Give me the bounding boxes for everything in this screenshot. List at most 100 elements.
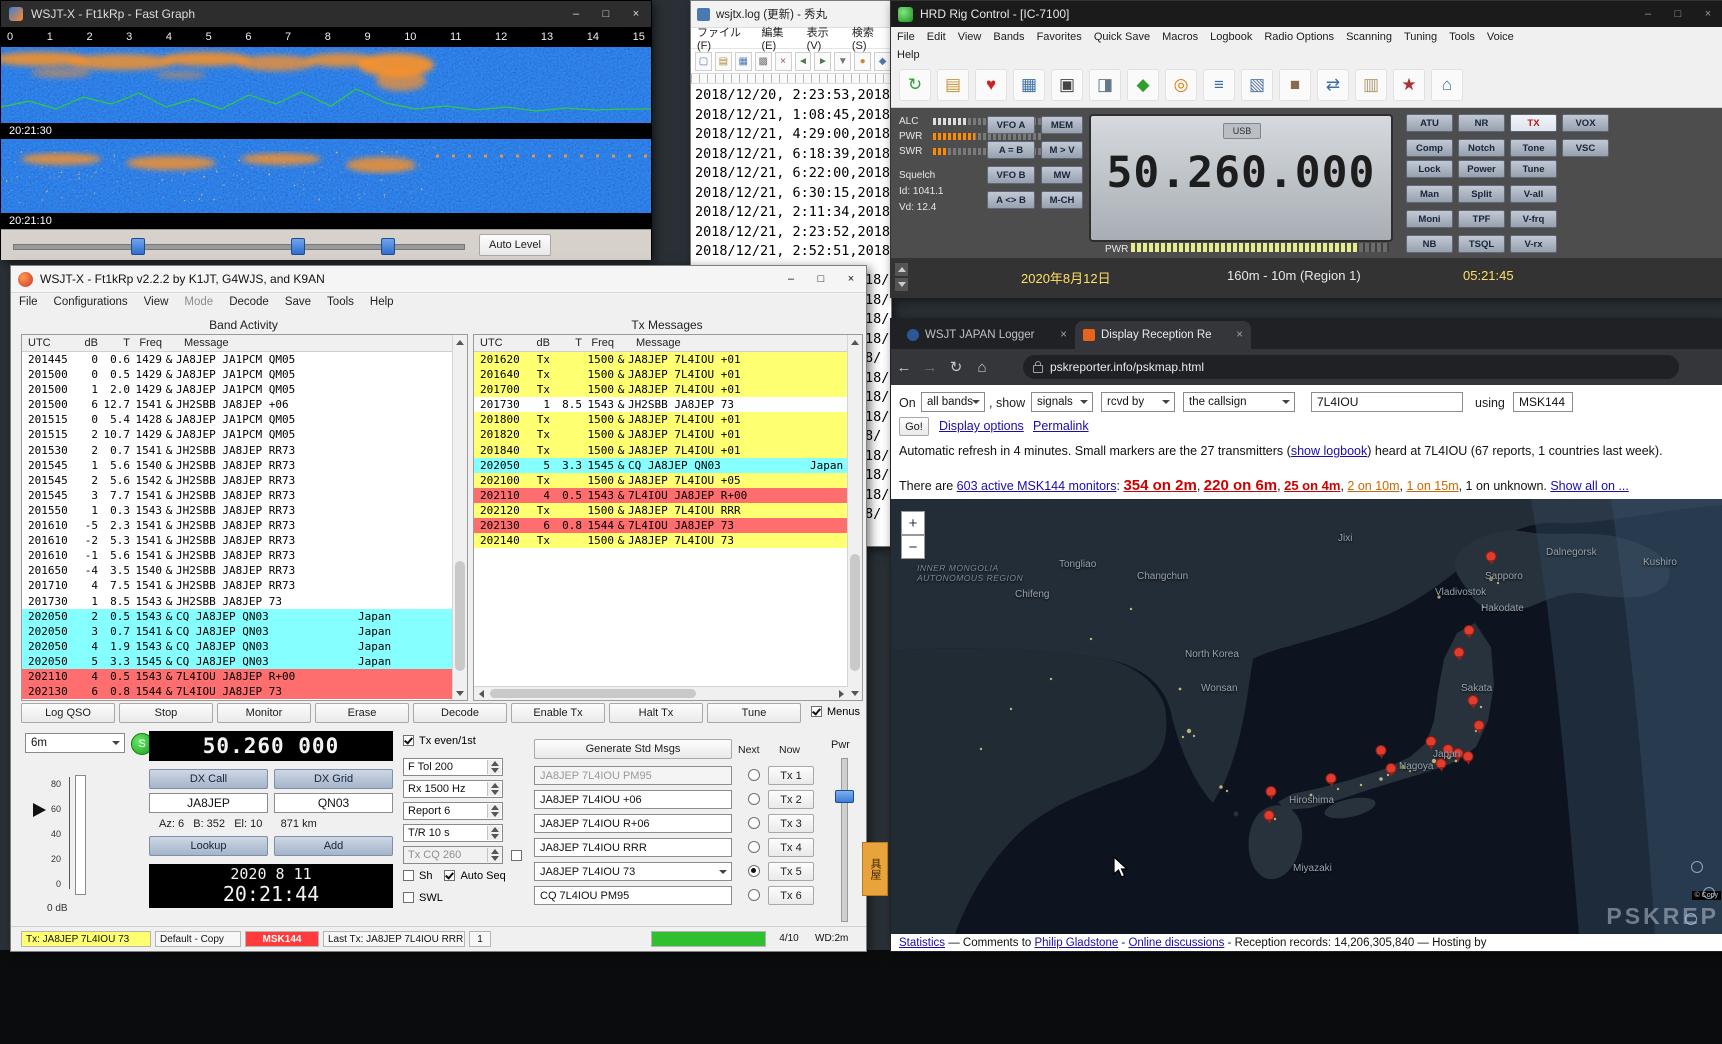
vfo-button[interactable]: A = B [987,141,1035,159]
zero-slider[interactable] [291,238,305,255]
minimize-button[interactable]: – [776,266,806,292]
spinbox[interactable]: Rx 1500 Hz [403,780,503,798]
tx-now-button[interactable]: Tx 4 [768,838,814,857]
action-button[interactable]: Monitor [217,703,311,723]
swl-checkbox[interactable]: SWL [403,892,443,904]
spin-arrows[interactable] [487,826,501,840]
vfo-button[interactable]: A <> B [987,191,1035,209]
decode-row[interactable]: 202110 4 0.5 1543 & 7L4IOU JA8JEP R+00 [474,487,862,503]
back-icon[interactable]: ← [891,359,917,376]
text-segment[interactable]: 354 on 2m [1123,477,1196,494]
tab-close-icon[interactable]: × [1236,329,1243,341]
dx-call-field[interactable]: JA8JEP [149,793,268,813]
map-marker[interactable] [1265,786,1277,800]
fast-graph-titlebar[interactable]: WSJT-X - Ft1kRp - Fast Graph – □ × [1,1,651,27]
next-radio[interactable] [748,769,760,781]
menu-item[interactable]: ファイル(F) [691,24,756,52]
callsign-mode-select[interactable]: the callsign [1183,392,1295,412]
decode-row[interactable]: 202100 Tx 1500 & JA8JEP 7L4IOU +05 [474,472,862,488]
tx-message-field[interactable]: JA8JEP 7L4IOU 73 [534,862,732,881]
decode-row[interactable]: 201500 0 0.5 1429 & JA8JEP JA1PCM QM05 [22,367,467,382]
decode-row[interactable]: 202130 6 0.8 1544 & 7L4IOU JA8JEP 73 [474,518,862,534]
vfo-button[interactable]: MW [1041,166,1083,184]
menu-item[interactable]: Save [277,296,319,308]
map-marker[interactable] [1263,810,1275,824]
decode-row[interactable]: 201545 1 5.6 1540 & JH2SBB JA8JEP RR73 [22,458,467,473]
map-marker[interactable] [1467,695,1479,709]
scrollbar-thumb[interactable] [455,561,465,671]
decode-row[interactable]: 201640 Tx 1500 & JA8JEP 7L4IOU +01 [474,367,862,383]
toolbar-icon[interactable]: ▥ [1355,69,1387,101]
menu-item[interactable]: Voice [1481,31,1520,43]
decode-row[interactable]: 201500 1 2.0 1429 & JA8JEP JA1PCM QM05 [22,382,467,397]
menu-item[interactable]: Quick Save [1088,31,1156,43]
rcvd-by-select[interactable]: rcvd by [1101,392,1175,412]
rig-button[interactable]: TPF [1458,210,1505,228]
menus-checkbox[interactable]: Menus [811,706,860,718]
rig-button[interactable]: Notch [1458,139,1505,157]
checkbox[interactable] [444,870,456,881]
close-button[interactable]: × [621,1,651,27]
waterfall-bottom[interactable] [1,139,651,213]
menu-item[interactable]: Mode [176,296,221,308]
vertical-scrollbar[interactable] [452,335,467,700]
scrollbar-thumb[interactable] [850,554,860,671]
editor-toolbar-icon[interactable]: ▢ [695,51,712,71]
editor-toolbar-icon[interactable]: ► [814,51,832,71]
tx-now-button[interactable]: Tx 6 [768,886,814,905]
tx-message-field[interactable]: JA8JEP 7L4IOU PM95 [534,766,732,785]
meter-pointer[interactable] [33,803,46,817]
map-marker[interactable] [1453,647,1465,661]
rig-button[interactable]: Tune [1510,160,1557,178]
toolbar-icon[interactable]: ◨ [1089,69,1121,101]
toolbar-icon[interactable]: ⇄ [1317,69,1349,101]
vfo-button[interactable]: M-CH [1041,191,1083,209]
maximize-button[interactable]: □ [591,1,621,27]
rig-button[interactable]: NR [1458,114,1505,132]
dx-call-button[interactable]: DX Call [149,769,268,789]
decode-row[interactable]: 202130 6 0.8 1544 & 7L4IOU JA8JEP 73 [22,684,467,700]
home-icon[interactable]: ⌂ [969,359,995,376]
rig-button[interactable]: NB [1406,235,1453,253]
text-segment[interactable]: 25 on 4m [1284,478,1340,493]
map-marker[interactable] [1325,773,1337,787]
text-segment[interactable]: Show all on ... [1550,479,1629,493]
menu-item[interactable]: 編集(E) [756,24,801,52]
vertical-scrollbar[interactable] [847,335,862,700]
editor-toolbar-icon[interactable]: ▩ [754,51,772,71]
band-filter-select[interactable]: all bands [921,392,985,412]
next-radio[interactable] [748,793,760,805]
tx-message-field[interactable]: CQ 7L4IOU PM95 [534,886,732,905]
vfo-button[interactable]: MEM [1041,116,1083,134]
decode-row[interactable]: 201500 6 12.7 1541 & JH2SBB JA8JEP +06 [22,397,467,412]
editor-toolbar-icon[interactable]: ◆ [874,51,892,71]
toolbar-icon[interactable]: ▧ [1241,69,1273,101]
toolbar-icon[interactable]: ♥ [975,69,1007,101]
band-select[interactable]: 6m [25,733,125,753]
menu-item[interactable]: Tools [1443,31,1481,43]
callsign-input[interactable]: 7L4IOU [1311,392,1463,412]
tx-message-field[interactable]: JA8JEP 7L4IOU +06 [534,790,732,809]
close-button[interactable]: × [1693,1,1722,27]
toolbar-icon[interactable]: ■ [1279,69,1311,101]
add-button[interactable]: Add [274,836,393,856]
tab-close-icon[interactable]: × [1060,329,1067,341]
editor-toolbar-icon[interactable]: ◄ [794,51,812,71]
menu-item[interactable]: Macros [1156,31,1204,43]
menu-item[interactable]: Edit [921,31,952,43]
action-button[interactable]: Log QSO [21,703,115,723]
sh-checkbox[interactable]: Sh [403,870,432,882]
menu-item[interactable]: 表示(V) [801,24,846,52]
checkbox[interactable] [403,892,414,903]
auto-level-button[interactable]: Auto Level [479,234,551,256]
text-segment[interactable]: 220 on 6m [1204,477,1277,494]
toolbar-icon[interactable]: ▤ [937,69,969,101]
decode-row[interactable]: 201610 -1 5.6 1541 & JH2SBB JA8JEP RR73 [22,548,467,563]
next-radio[interactable] [748,841,760,853]
map-marker[interactable] [1485,551,1497,565]
decode-row[interactable]: 201545 3 7.7 1541 & JH2SBB JA8JEP RR73 [22,488,467,503]
tx-even-checkbox[interactable]: Tx even/1st [403,735,476,747]
vfo-button[interactable]: VFO A [987,116,1035,134]
decode-row[interactable]: 201515 0 5.4 1428 & JA8JEP JA1PCM QM05 [22,412,467,427]
menu-item[interactable]: Help [891,49,926,61]
